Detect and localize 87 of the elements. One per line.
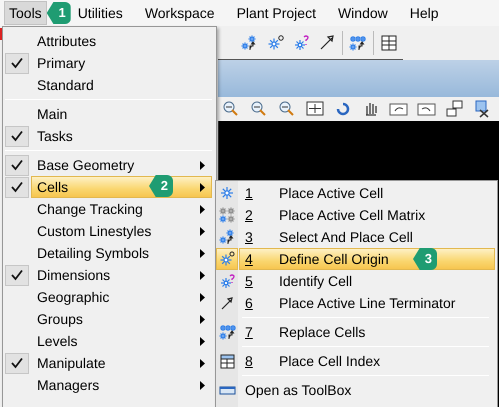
menu-item[interactable]: Managers	[3, 374, 216, 396]
submenu-item[interactable]: 1 Place Active Cell	[216, 182, 497, 204]
submenu-arrow-icon	[200, 380, 205, 390]
menu-label: Standard	[37, 76, 94, 94]
submenu-item[interactable]: 7 Replace Cells	[216, 321, 497, 343]
shortcut-number: 4	[245, 250, 254, 268]
menu-item[interactable]: Detailing Symbols	[3, 242, 216, 264]
shortcut-number: 2	[245, 206, 254, 224]
menu-item[interactable]: Tasks	[3, 125, 216, 147]
submenu-arrow-icon	[200, 292, 205, 302]
checkmark-icon	[11, 357, 23, 369]
menu-label: Main	[37, 104, 68, 124]
submenu-item[interactable]: 5 Identify Cell	[216, 270, 497, 292]
menu-label: Place Active Cell Matrix	[279, 206, 426, 224]
checkmark-icon	[11, 130, 23, 142]
submenu-item[interactable]: 6 Place Active Line Terminator	[216, 292, 497, 314]
table-icon	[218, 352, 236, 370]
menu-item[interactable]: Manipulate	[3, 352, 216, 374]
sparkle-icon	[218, 184, 236, 202]
menu-item[interactable]: Tools	[4, 1, 47, 25]
menu-item[interactable]: Main	[3, 103, 216, 125]
menu-label: Identify Cell	[279, 272, 352, 291]
sparkle-question-icon	[218, 272, 236, 290]
shortcut-number: 3	[245, 228, 254, 246]
submenu-arrow-icon	[200, 226, 205, 236]
submenu-item[interactable]: Open as ToolBox	[216, 379, 497, 401]
menu-item[interactable]: Dimensions	[3, 264, 216, 286]
menu-item[interactable]: Groups	[3, 308, 216, 330]
checkmark-icon	[11, 159, 23, 171]
shortcut-number: 8	[245, 352, 254, 370]
menu-label: Dimensions	[37, 266, 110, 284]
menu-item[interactable]: Standard	[3, 74, 216, 96]
menu-item[interactable]: Utilities	[72, 1, 128, 25]
checkmark-icon	[11, 181, 23, 193]
checkmark-icon	[11, 269, 23, 281]
menu-label: Attributes	[37, 32, 96, 50]
sparkle-pick-icon	[218, 228, 236, 246]
menu-label: Open as ToolBox	[245, 380, 352, 400]
sparkle-grid-icon	[218, 206, 236, 224]
shortcut-number: 7	[245, 322, 254, 342]
submenu-arrow-icon	[200, 160, 205, 170]
menu-label: Geographic	[37, 288, 110, 307]
submenu-item[interactable]: 8 Place Cell Index	[216, 350, 497, 372]
shortcut-number: 6	[245, 294, 254, 312]
menu-label: Define Cell Origin	[279, 250, 389, 269]
menu-label: Tasks	[37, 126, 73, 146]
sparkle-origin-icon	[218, 250, 236, 268]
menu-label: Change Tracking	[37, 200, 143, 219]
menu-label: Managers	[37, 376, 100, 395]
checkmark-icon	[11, 57, 23, 69]
menu-item[interactable]: Change Tracking	[3, 198, 216, 220]
menu-label: Primary	[37, 54, 86, 73]
menu-label: Detailing Symbols	[37, 244, 150, 263]
menu-label: Manipulate	[37, 354, 106, 373]
submenu-arrow-icon	[200, 270, 205, 280]
submenu-item[interactable]: 2 Place Active Cell Matrix	[216, 204, 497, 226]
menu-item[interactable]: Custom Linestyles	[3, 220, 216, 242]
menu-item[interactable]: Window	[332, 1, 393, 25]
menu-item[interactable]: Help	[404, 1, 444, 25]
menu-item[interactable]: Geographic	[3, 286, 216, 308]
submenu-arrow-icon	[200, 204, 205, 214]
menu-item[interactable]: Plant Project	[232, 1, 321, 25]
submenu-arrow-icon	[200, 182, 205, 192]
menu-label: Place Active Line Terminator	[279, 294, 456, 312]
menu-item[interactable]: Base Geometry	[3, 154, 216, 176]
submenu-arrow-icon	[200, 358, 205, 368]
menu-item[interactable]: Attributes	[3, 30, 216, 52]
menu-label: Custom Linestyles	[37, 222, 152, 241]
submenu-arrow-icon	[200, 248, 205, 258]
step-badge: 1	[46, 2, 71, 24]
submenu-arrow-icon	[200, 314, 205, 324]
submenu-item[interactable]: 3 Select And Place Cell	[216, 226, 497, 248]
menu-label: Select And Place Cell	[279, 228, 413, 246]
menu-label: Place Cell Index	[279, 352, 380, 370]
menu-label: Place Active Cell	[279, 184, 384, 202]
sparkle-row-icon	[218, 324, 236, 340]
menu-item[interactable]: Primary	[3, 52, 216, 74]
menu-item[interactable]: Levels	[3, 330, 216, 352]
menu-label: Levels	[37, 332, 78, 350]
menu-label: Groups	[37, 310, 83, 329]
menu-item[interactable]: Workspace	[140, 1, 220, 25]
menu-label: Base Geometry	[37, 156, 134, 175]
shortcut-number: 5	[245, 272, 254, 290]
menu-label: Cells	[37, 178, 68, 196]
shortcut-number: 1	[245, 184, 254, 202]
submenu-arrow-icon	[200, 336, 205, 346]
menu-label: Replace Cells	[279, 322, 366, 342]
